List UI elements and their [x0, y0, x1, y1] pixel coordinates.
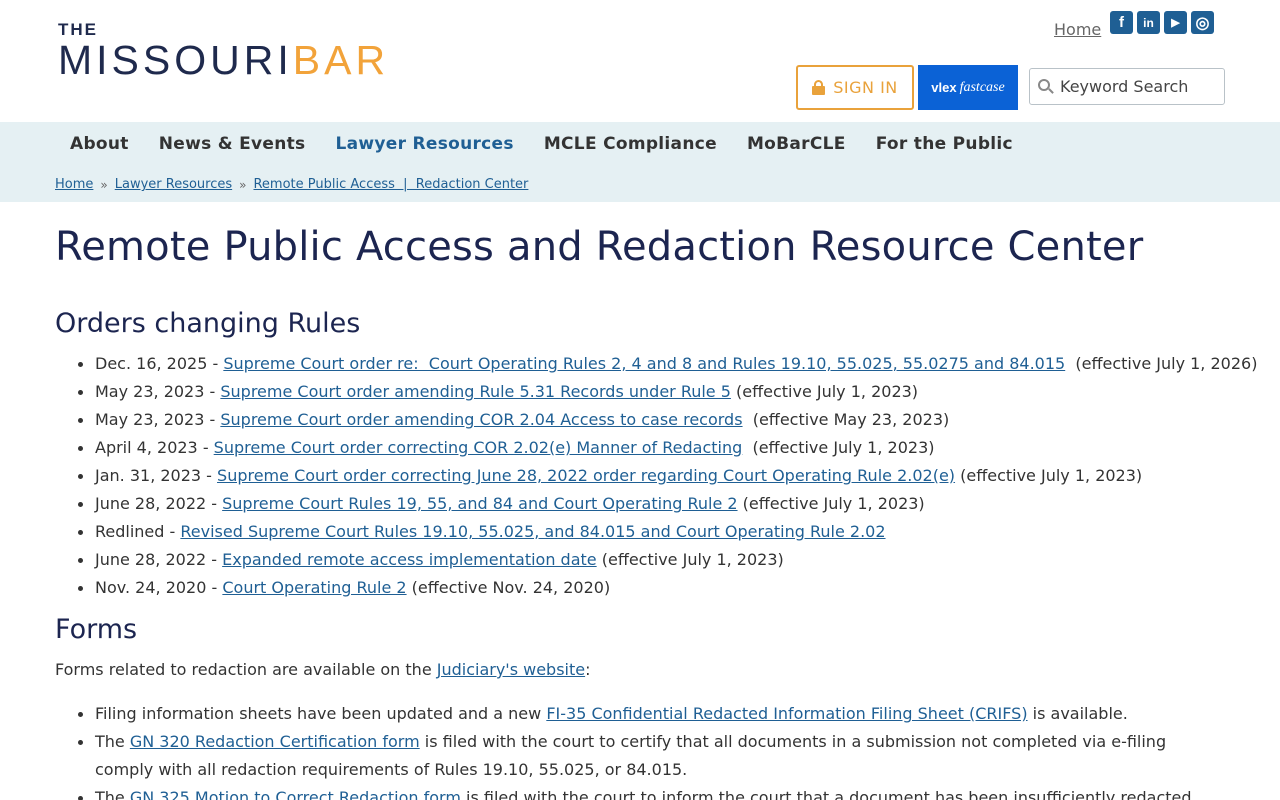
- nav-item-for-the-public[interactable]: For the Public: [876, 134, 1013, 154]
- breadcrumb-separator: »: [100, 177, 108, 192]
- fi-35-form-link[interactable]: FI-35 Confidential Redacted Information …: [546, 704, 1027, 723]
- main-nav: About News & Events Lawyer Resources MCL…: [70, 134, 1043, 154]
- gn-325-form-link[interactable]: GN 325 Motion to Correct Redaction form: [130, 788, 461, 800]
- breadcrumb-home[interactable]: Home: [55, 177, 93, 192]
- order-link[interactable]: Supreme Court order amending COR 2.04 Ac…: [220, 410, 742, 429]
- linkedin-icon[interactable]: in: [1137, 11, 1160, 34]
- list-item: Filing information sheets have been upda…: [78, 700, 1215, 728]
- site-header: THE MISSOURIBAR Home f in ▶ ◎ SIGN IN vl…: [0, 0, 1280, 122]
- search-icon[interactable]: [1038, 78, 1054, 95]
- facebook-icon[interactable]: f: [1110, 11, 1133, 34]
- order-link[interactable]: Supreme Court order correcting COR 2.02(…: [214, 438, 743, 457]
- vlex-fastcase-button[interactable]: vlex fastcase: [918, 65, 1018, 110]
- fastcase-label: fastcase: [959, 79, 1005, 95]
- list-item: The GN 320 Redaction Certification form …: [78, 728, 1215, 784]
- list-item: June 28, 2022 - Supreme Court Rules 19, …: [77, 490, 1257, 518]
- keyword-search-input[interactable]: [1060, 77, 1210, 96]
- nav-item-about[interactable]: About: [70, 134, 129, 154]
- list-item: April 4, 2023 - Supreme Court order corr…: [77, 434, 1257, 462]
- list-item: Jan. 31, 2023 - Supreme Court order corr…: [77, 462, 1257, 490]
- nav-item-mcle-compliance[interactable]: MCLE Compliance: [544, 134, 717, 154]
- gn-320-form-link[interactable]: GN 320 Redaction Certification form: [130, 732, 420, 751]
- nav-item-news-events[interactable]: News & Events: [159, 134, 306, 154]
- sign-in-label: SIGN IN: [833, 78, 898, 97]
- lock-icon: [812, 80, 826, 95]
- list-item: The GN 325 Motion to Correct Redaction f…: [78, 784, 1215, 800]
- order-link[interactable]: Supreme Court order re: Court Operating …: [223, 354, 1065, 373]
- social-links: f in ▶ ◎: [1110, 11, 1214, 34]
- list-item: Dec. 16, 2025 - Supreme Court order re: …: [77, 350, 1257, 378]
- header-home-link[interactable]: Home: [1054, 20, 1101, 39]
- list-item: June 28, 2022 - Expanded remote access i…: [77, 546, 1257, 574]
- order-link[interactable]: Supreme Court order correcting June 28, …: [217, 466, 955, 485]
- list-item: May 23, 2023 - Supreme Court order amend…: [77, 378, 1257, 406]
- list-item: May 23, 2023 - Supreme Court order amend…: [77, 406, 1257, 434]
- logo-bar: BAR: [292, 37, 390, 83]
- order-link[interactable]: Revised Supreme Court Rules 19.10, 55.02…: [180, 522, 885, 541]
- forms-intro: Forms related to redaction are available…: [55, 660, 591, 679]
- page-title: Remote Public Access and Redaction Resou…: [55, 224, 1144, 270]
- instagram-icon[interactable]: ◎: [1191, 11, 1214, 34]
- sign-in-button[interactable]: SIGN IN: [796, 65, 914, 110]
- order-link[interactable]: Supreme Court Rules 19, 55, and 84 and C…: [222, 494, 737, 513]
- forms-list: Filing information sheets have been upda…: [78, 700, 1215, 800]
- order-link[interactable]: Supreme Court order amending Rule 5.31 R…: [220, 382, 731, 401]
- logo-wordmark: MISSOURIBAR: [58, 37, 390, 83]
- breadcrumb-redaction-center[interactable]: Remote Public Access | Redaction Center: [253, 177, 528, 192]
- list-item: Nov. 24, 2020 - Court Operating Rule 2 (…: [77, 574, 1257, 602]
- orders-heading: Orders changing Rules: [55, 308, 361, 339]
- order-link[interactable]: Court Operating Rule 2: [222, 578, 406, 597]
- youtube-icon[interactable]: ▶: [1164, 11, 1187, 34]
- nav-item-mobarcle[interactable]: MoBarCLE: [747, 134, 846, 154]
- list-item: Redlined - Revised Supreme Court Rules 1…: [77, 518, 1257, 546]
- forms-heading: Forms: [55, 614, 138, 645]
- keyword-search: [1029, 68, 1225, 105]
- breadcrumb-separator: »: [239, 177, 247, 192]
- order-link[interactable]: Expanded remote access implementation da…: [222, 550, 597, 569]
- breadcrumb: Home » Lawyer Resources » Remote Public …: [55, 177, 528, 192]
- logo-missouri: MISSOURI: [58, 37, 293, 83]
- vlex-label: vlex: [931, 80, 957, 95]
- breadcrumb-lawyer-resources[interactable]: Lawyer Resources: [115, 177, 232, 192]
- judiciary-website-link[interactable]: Judiciary's website: [437, 660, 585, 679]
- nav-item-lawyer-resources[interactable]: Lawyer Resources: [335, 134, 513, 154]
- missouri-bar-logo[interactable]: THE MISSOURIBAR: [58, 20, 390, 83]
- orders-list: Dec. 16, 2025 - Supreme Court order re: …: [77, 350, 1257, 602]
